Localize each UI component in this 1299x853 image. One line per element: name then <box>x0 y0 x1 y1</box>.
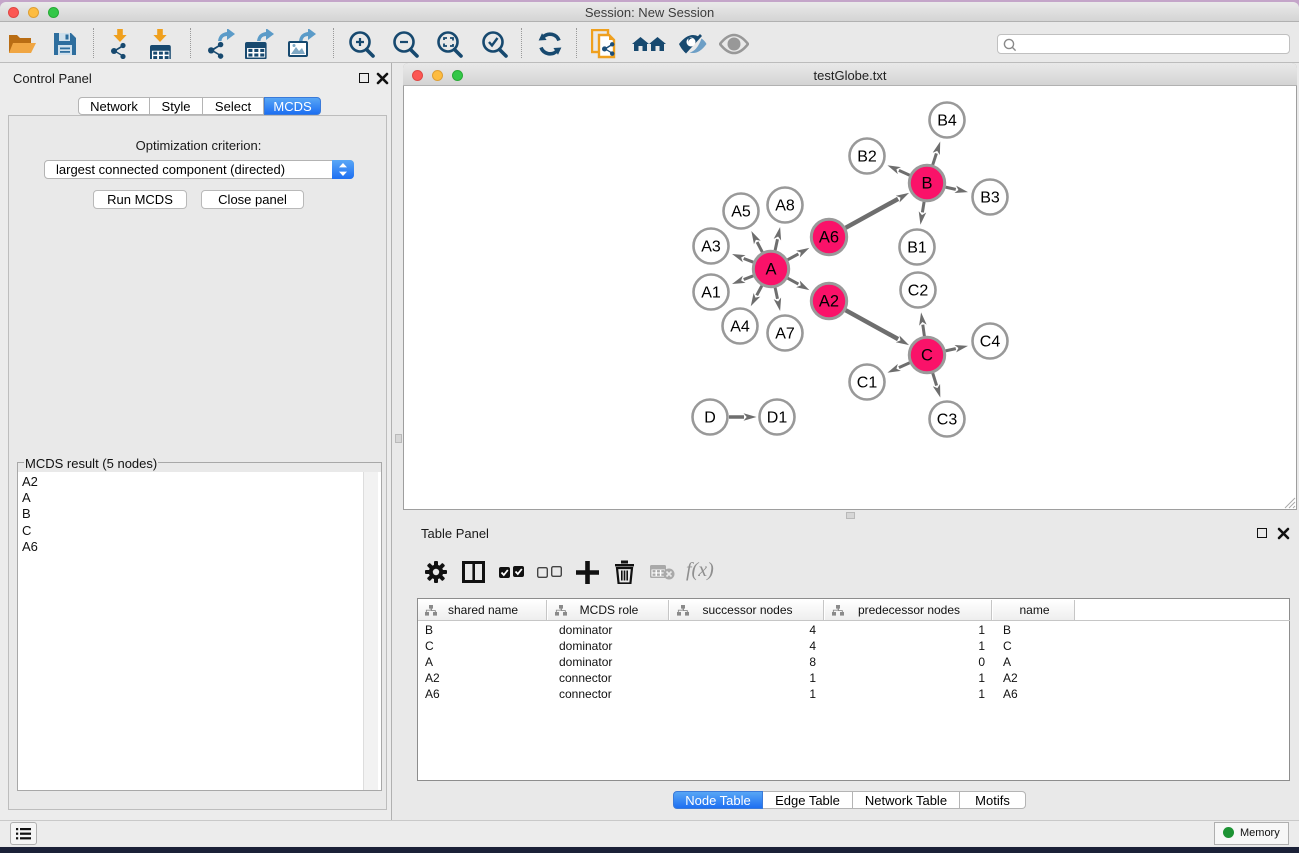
svg-text:B3: B3 <box>980 190 1000 207</box>
svg-text:C: C <box>921 347 933 365</box>
svg-text:A8: A8 <box>775 198 795 215</box>
svg-text:C3: C3 <box>937 412 958 429</box>
svg-text:A5: A5 <box>731 204 751 221</box>
svg-text:A3: A3 <box>701 239 721 256</box>
svg-text:C2: C2 <box>908 283 929 300</box>
svg-text:A: A <box>765 261 776 279</box>
svg-text:B1: B1 <box>907 240 927 257</box>
svg-text:C1: C1 <box>857 375 878 392</box>
svg-text:A4: A4 <box>730 319 750 336</box>
svg-text:A2: A2 <box>819 293 839 311</box>
svg-text:C4: C4 <box>980 334 1001 351</box>
svg-text:A6: A6 <box>819 229 839 247</box>
svg-text:D1: D1 <box>767 410 788 427</box>
svg-text:A1: A1 <box>701 285 721 302</box>
svg-text:A7: A7 <box>775 326 795 343</box>
svg-text:B: B <box>921 175 932 193</box>
svg-text:D: D <box>704 410 716 427</box>
svg-text:B2: B2 <box>857 149 877 166</box>
svg-text:B4: B4 <box>937 113 957 130</box>
